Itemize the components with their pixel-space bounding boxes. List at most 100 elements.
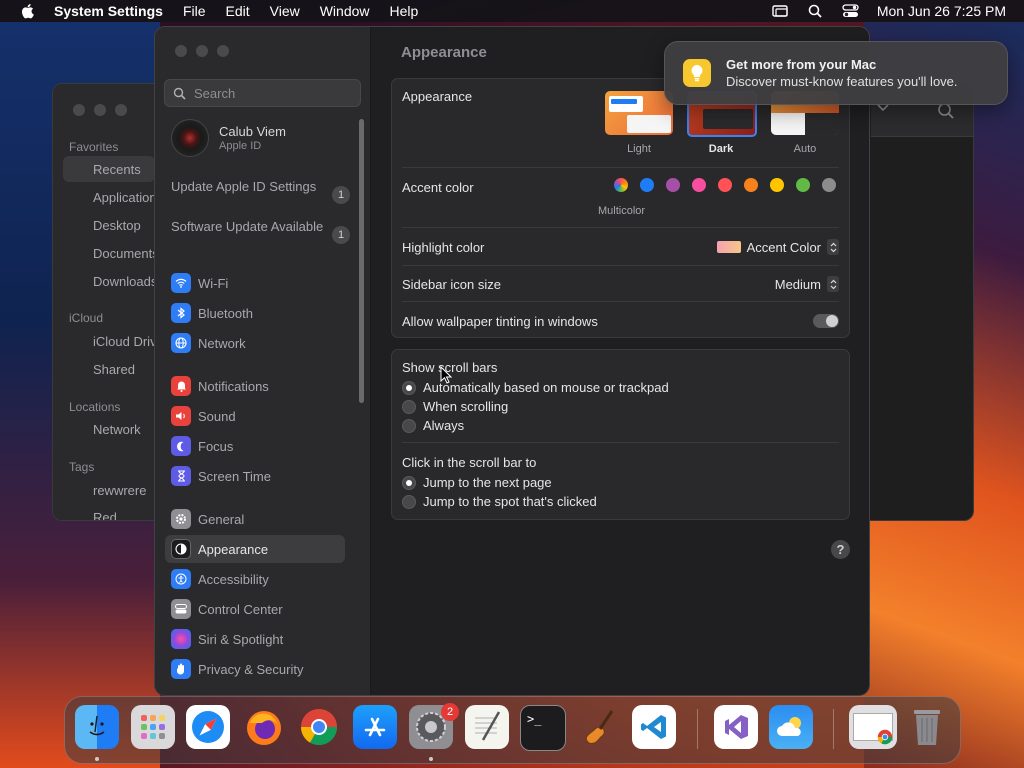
sidebar-item-label: General — [198, 511, 245, 527]
menu-view[interactable]: View — [270, 3, 300, 19]
notification-banner[interactable]: Get more from your Mac Discover must-kno… — [664, 41, 1008, 105]
spotlight-search-icon[interactable] — [807, 4, 824, 18]
accent-blue[interactable] — [640, 178, 654, 192]
menu-edit[interactable]: Edit — [226, 3, 250, 19]
accent-green[interactable] — [796, 178, 810, 192]
chrome-dock-icon[interactable] — [297, 705, 341, 749]
zoom-button[interactable] — [217, 45, 229, 57]
vscode-dock-icon[interactable] — [632, 705, 676, 749]
firefox-dock-icon[interactable] — [242, 705, 286, 749]
sidebar-item-general[interactable]: General — [165, 505, 345, 533]
chrome-window-dock-icon[interactable] — [849, 705, 897, 749]
textedit-dock-icon[interactable] — [465, 705, 509, 749]
finder-item-documents[interactable]: Documents — [93, 246, 159, 261]
menu-help[interactable]: Help — [390, 3, 419, 19]
light-preview — [605, 91, 673, 135]
hand-icon — [171, 659, 191, 679]
menu-window[interactable]: Window — [320, 3, 370, 19]
sidebar-item-label: Focus — [198, 438, 234, 454]
finder-item-downloads[interactable]: Downloads — [93, 274, 157, 289]
scroll-bars-when-scrolling-radio[interactable]: When scrolling — [402, 399, 508, 414]
weather-dock-icon[interactable] — [769, 705, 813, 749]
zoom-button[interactable] — [115, 104, 127, 116]
help-button[interactable]: ? — [831, 540, 850, 559]
app-menu[interactable]: System Settings — [54, 3, 163, 19]
terminal-dock-icon[interactable]: >_ — [520, 705, 566, 751]
app-store-dock-icon[interactable] — [353, 705, 397, 749]
sidebar-item-notifications[interactable]: Notifications — [165, 372, 345, 400]
trash-dock-icon[interactable] — [905, 705, 949, 749]
sidebar-item-appearance[interactable]: Appearance — [165, 535, 345, 563]
finder-item-shared[interactable]: Shared — [93, 362, 135, 377]
menubar-clock[interactable]: Mon Jun 26 7:25 PM — [877, 3, 1006, 19]
accent-multicolor[interactable] — [614, 178, 628, 192]
highlight-color-popup[interactable]: Accent Color — [716, 239, 839, 255]
chevron-down-icon[interactable] — [877, 104, 889, 112]
software-update-available[interactable]: Software Update Available — [171, 219, 331, 235]
safari-dock-icon[interactable] — [186, 705, 230, 749]
settings-search-field[interactable] — [164, 79, 361, 107]
screen-mirroring-icon[interactable] — [772, 4, 789, 18]
sidebar-item-screen-time[interactable]: Screen Time — [165, 462, 345, 490]
accent-graphite[interactable] — [822, 178, 836, 192]
appearance-card: Appearance Light Dark Auto Accent color … — [391, 78, 850, 338]
menu-file[interactable]: File — [183, 3, 206, 19]
control-center-icon[interactable] — [842, 4, 859, 18]
hourglass-icon — [171, 466, 191, 486]
sidebar-item-network[interactable]: Network — [165, 329, 345, 357]
finder-section-favorites: Favorites — [69, 140, 119, 154]
accent-pink[interactable] — [692, 178, 706, 192]
sidebar-item-privacy-security[interactable]: Privacy & Security — [165, 655, 345, 683]
launchpad-dock-icon[interactable] — [131, 705, 175, 749]
finder-sidebar: Favorites Recents Applications Desktop D… — [53, 84, 164, 520]
sidebar-item-bluetooth[interactable]: Bluetooth — [165, 299, 345, 327]
minimize-button[interactable] — [94, 104, 106, 116]
apple-logo-icon[interactable] — [20, 3, 34, 19]
finder-item-desktop[interactable]: Desktop — [93, 218, 141, 233]
sidebar-scrollbar[interactable] — [359, 119, 364, 403]
finder-dock-icon[interactable] — [75, 705, 119, 749]
garageband-dock-icon[interactable] — [576, 705, 620, 749]
visual-studio-dock-icon[interactable] — [714, 705, 758, 749]
jump-next-page-radio[interactable]: Jump to the next page — [402, 475, 552, 490]
sidebar-item-focus[interactable]: Focus — [165, 432, 345, 460]
appearance-option-label: Light — [627, 143, 651, 155]
divider — [402, 442, 839, 443]
sidebar-item-siri-spotlight[interactable]: Siri & Spotlight — [165, 625, 345, 653]
accent-caption: Multicolor — [598, 205, 646, 217]
avatar — [171, 119, 209, 157]
sidebar-item-wifi[interactable]: Wi-Fi — [165, 269, 345, 297]
accent-purple[interactable] — [666, 178, 680, 192]
update-apple-id-settings[interactable]: Update Apple ID Settings — [171, 179, 331, 195]
wallpaper-tinting-toggle[interactable] — [813, 314, 839, 328]
search-input[interactable] — [192, 84, 356, 102]
finder-item-network[interactable]: Network — [93, 422, 141, 437]
scroll-bars-always-radio[interactable]: Always — [402, 418, 464, 433]
finder-item-recents[interactable]: Recents — [93, 162, 141, 177]
sidebar-item-accessibility[interactable]: Accessibility — [165, 565, 345, 593]
wifi-icon — [171, 273, 191, 293]
apple-id-account[interactable]: Calub Viem Apple ID — [171, 119, 286, 157]
close-button[interactable] — [175, 45, 187, 57]
appearance-option-light[interactable]: Light — [605, 91, 673, 155]
finder-section-locations: Locations — [69, 400, 121, 414]
sidebar-item-label: Screen Time — [198, 468, 271, 484]
updown-chevron-icon — [827, 239, 839, 255]
sidebar-item-control-center[interactable]: Control Center — [165, 595, 345, 623]
jump-spot-clicked-radio[interactable]: Jump to the spot that's clicked — [402, 494, 597, 509]
gear-icon — [171, 509, 191, 529]
finder-tag-rewwrere[interactable]: rewwrere — [93, 483, 146, 498]
minimize-button[interactable] — [196, 45, 208, 57]
highlight-color-label: Highlight color — [402, 240, 485, 255]
sidebar-item-sound[interactable]: Sound — [165, 402, 345, 430]
close-button[interactable] — [73, 104, 85, 116]
siri-icon — [171, 629, 191, 649]
finder-item-applications[interactable]: Applications — [93, 190, 163, 205]
accent-yellow[interactable] — [770, 178, 784, 192]
sidebar-icon-size-popup[interactable]: Medium — [775, 276, 839, 292]
settings-sidebar: Calub Viem Apple ID Update Apple ID Sett… — [155, 27, 371, 695]
finder-tag-red[interactable]: Red — [93, 510, 117, 520]
menubar: System Settings File Edit View Window He… — [0, 0, 1024, 22]
accent-red[interactable] — [718, 178, 732, 192]
accent-orange[interactable] — [744, 178, 758, 192]
